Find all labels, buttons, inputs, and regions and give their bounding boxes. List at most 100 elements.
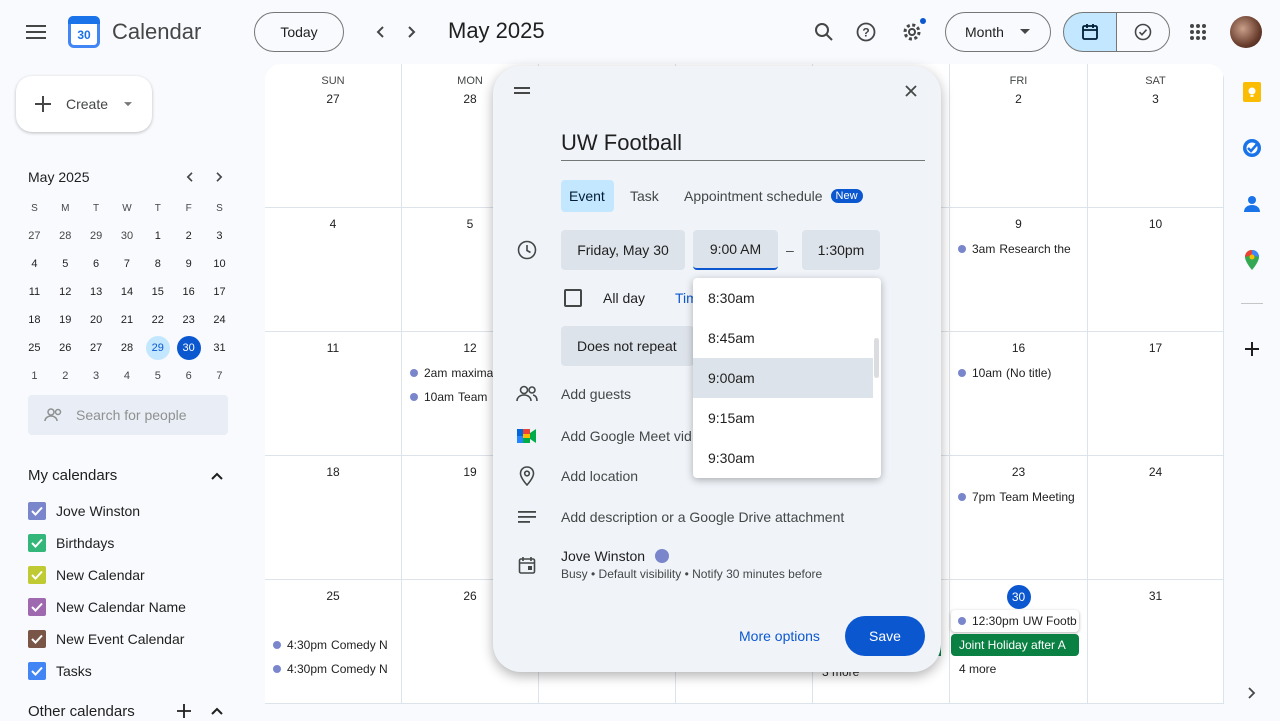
today-button[interactable]: Today <box>254 12 344 52</box>
mini-day[interactable]: 8 <box>142 250 173 278</box>
collapse-my-calendars-button[interactable] <box>206 465 228 487</box>
collapse-other-calendars-button[interactable] <box>206 701 228 721</box>
calendar-item[interactable]: Jove Winston <box>28 502 140 520</box>
day-cell[interactable]: 23 <box>950 456 1088 580</box>
add-description-button[interactable]: Add description or a Google Drive attach… <box>561 509 844 525</box>
add-guests-button[interactable]: Add guests <box>561 386 631 402</box>
day-cell[interactable]: 16 <box>950 332 1088 456</box>
dropdown-scrollbar[interactable] <box>874 338 879 378</box>
mini-day[interactable]: 30 <box>112 222 143 250</box>
day-cell[interactable]: 4 <box>265 208 402 332</box>
calendar-item[interactable]: New Calendar Name <box>28 598 186 616</box>
more-options-button[interactable]: More options <box>739 628 820 644</box>
day-cell[interactable]: FRI 2 <box>950 64 1088 208</box>
day-number[interactable]: 24 <box>1088 465 1223 479</box>
mini-day[interactable]: 26 <box>50 334 81 362</box>
mini-day[interactable]: 16 <box>173 278 204 306</box>
mini-next-button[interactable] <box>208 166 230 188</box>
checkbox-checked-icon[interactable] <box>28 534 46 552</box>
event-chip[interactable]: 10am (No title) <box>958 364 1082 382</box>
calendar-item[interactable]: New Calendar <box>28 566 145 584</box>
mini-day[interactable]: 6 <box>173 362 204 390</box>
day-cell[interactable]: 31 <box>1088 580 1224 704</box>
mini-day[interactable]: 29 <box>142 334 173 362</box>
day-number[interactable]: 10 <box>1088 217 1223 231</box>
event-chip[interactable]: 10am Team <box>410 388 494 406</box>
mini-day[interactable]: 7 <box>112 250 143 278</box>
mini-day[interactable]: 21 <box>112 306 143 334</box>
day-number[interactable]: 3 <box>1088 92 1223 106</box>
day-cell[interactable]: SUN 27 <box>265 64 402 208</box>
day-number[interactable]: 30 <box>950 585 1087 609</box>
settings-button[interactable] <box>896 16 928 48</box>
mini-day[interactable]: 27 <box>81 334 112 362</box>
mini-day[interactable]: 20 <box>81 306 112 334</box>
checkbox-checked-icon[interactable] <box>28 662 46 680</box>
end-time-button[interactable]: 1:30pm <box>802 230 880 270</box>
expand-panel-icon[interactable] <box>1241 682 1263 704</box>
mini-day[interactable]: 28 <box>112 334 143 362</box>
mini-day[interactable]: 4 <box>19 250 50 278</box>
mini-day[interactable]: 9 <box>173 250 204 278</box>
add-addon-icon[interactable] <box>1241 338 1263 360</box>
tab-appointment-schedule[interactable]: Appointment schedule New <box>676 180 871 212</box>
add-google-meet-button[interactable]: Add Google Meet vid <box>561 428 693 444</box>
day-number[interactable]: 27 <box>265 92 401 106</box>
day-cell[interactable]: 24 <box>1088 456 1224 580</box>
mini-day[interactable]: 4 <box>112 362 143 390</box>
calendar-logo[interactable]: 30 <box>68 16 100 48</box>
event-chip-selected[interactable]: 12:30pm UW Footb <box>951 610 1079 632</box>
mini-day[interactable]: 12 <box>50 278 81 306</box>
mini-day[interactable]: 3 <box>81 362 112 390</box>
mini-day[interactable]: 29 <box>81 222 112 250</box>
mini-day[interactable]: 1 <box>142 222 173 250</box>
calendar-item[interactable]: Tasks <box>28 662 92 680</box>
mini-day[interactable]: 11 <box>19 278 50 306</box>
google-apps-button[interactable] <box>1182 16 1214 48</box>
my-calendars-title[interactable]: My calendars <box>28 467 117 484</box>
more-events-link[interactable]: 4 more <box>959 660 996 678</box>
day-number[interactable]: 16 <box>950 341 1087 355</box>
tasks-icon[interactable] <box>1241 137 1263 159</box>
add-other-calendar-button[interactable] <box>174 701 194 721</box>
repeat-select[interactable]: Does not repeat <box>561 326 694 366</box>
mini-day[interactable]: 3 <box>204 222 235 250</box>
mini-day[interactable]: 31 <box>204 334 235 362</box>
mini-day[interactable]: 14 <box>112 278 143 306</box>
save-button[interactable]: Save <box>845 616 925 656</box>
all-day-checkbox[interactable] <box>564 289 582 307</box>
mini-day[interactable]: 5 <box>50 250 81 278</box>
day-number[interactable]: 25 <box>265 589 401 603</box>
mini-day[interactable]: 18 <box>19 306 50 334</box>
time-option[interactable]: 8:30am <box>693 278 873 318</box>
mini-day[interactable]: 25 <box>19 334 50 362</box>
help-button[interactable]: ? <box>850 16 882 48</box>
calendar-item[interactable]: Birthdays <box>28 534 114 552</box>
tab-task[interactable]: Task <box>622 180 667 212</box>
event-title-input[interactable]: UW Football <box>561 130 925 161</box>
mini-day[interactable]: 15 <box>142 278 173 306</box>
mini-day[interactable]: 13 <box>81 278 112 306</box>
mini-day[interactable]: 2 <box>50 362 81 390</box>
day-number[interactable]: 4 <box>265 217 401 231</box>
day-cell[interactable]: 9 <box>950 208 1088 332</box>
maps-icon[interactable] <box>1241 249 1263 271</box>
mini-day[interactable]: 17 <box>204 278 235 306</box>
time-option[interactable]: 9:30am <box>693 438 873 478</box>
mini-day[interactable]: 30 <box>173 334 204 362</box>
mini-day[interactable]: 2 <box>173 222 204 250</box>
search-button[interactable] <box>808 16 840 48</box>
close-dialog-button[interactable] <box>897 77 925 105</box>
previous-period-button[interactable] <box>364 16 396 48</box>
view-switcher[interactable]: Month <box>945 12 1051 52</box>
day-number[interactable]: 18 <box>265 465 401 479</box>
mini-day[interactable]: 10 <box>204 250 235 278</box>
day-number[interactable]: 2 <box>950 92 1087 106</box>
date-picker-button[interactable]: Friday, May 30 <box>561 230 685 270</box>
calendar-item[interactable]: New Event Calendar <box>28 630 184 648</box>
main-menu-button[interactable] <box>20 16 52 48</box>
tab-event[interactable]: Event <box>561 180 614 212</box>
contacts-icon[interactable] <box>1241 193 1263 215</box>
day-cell[interactable]: SAT 3 <box>1088 64 1224 208</box>
create-button[interactable]: Create <box>16 76 152 132</box>
